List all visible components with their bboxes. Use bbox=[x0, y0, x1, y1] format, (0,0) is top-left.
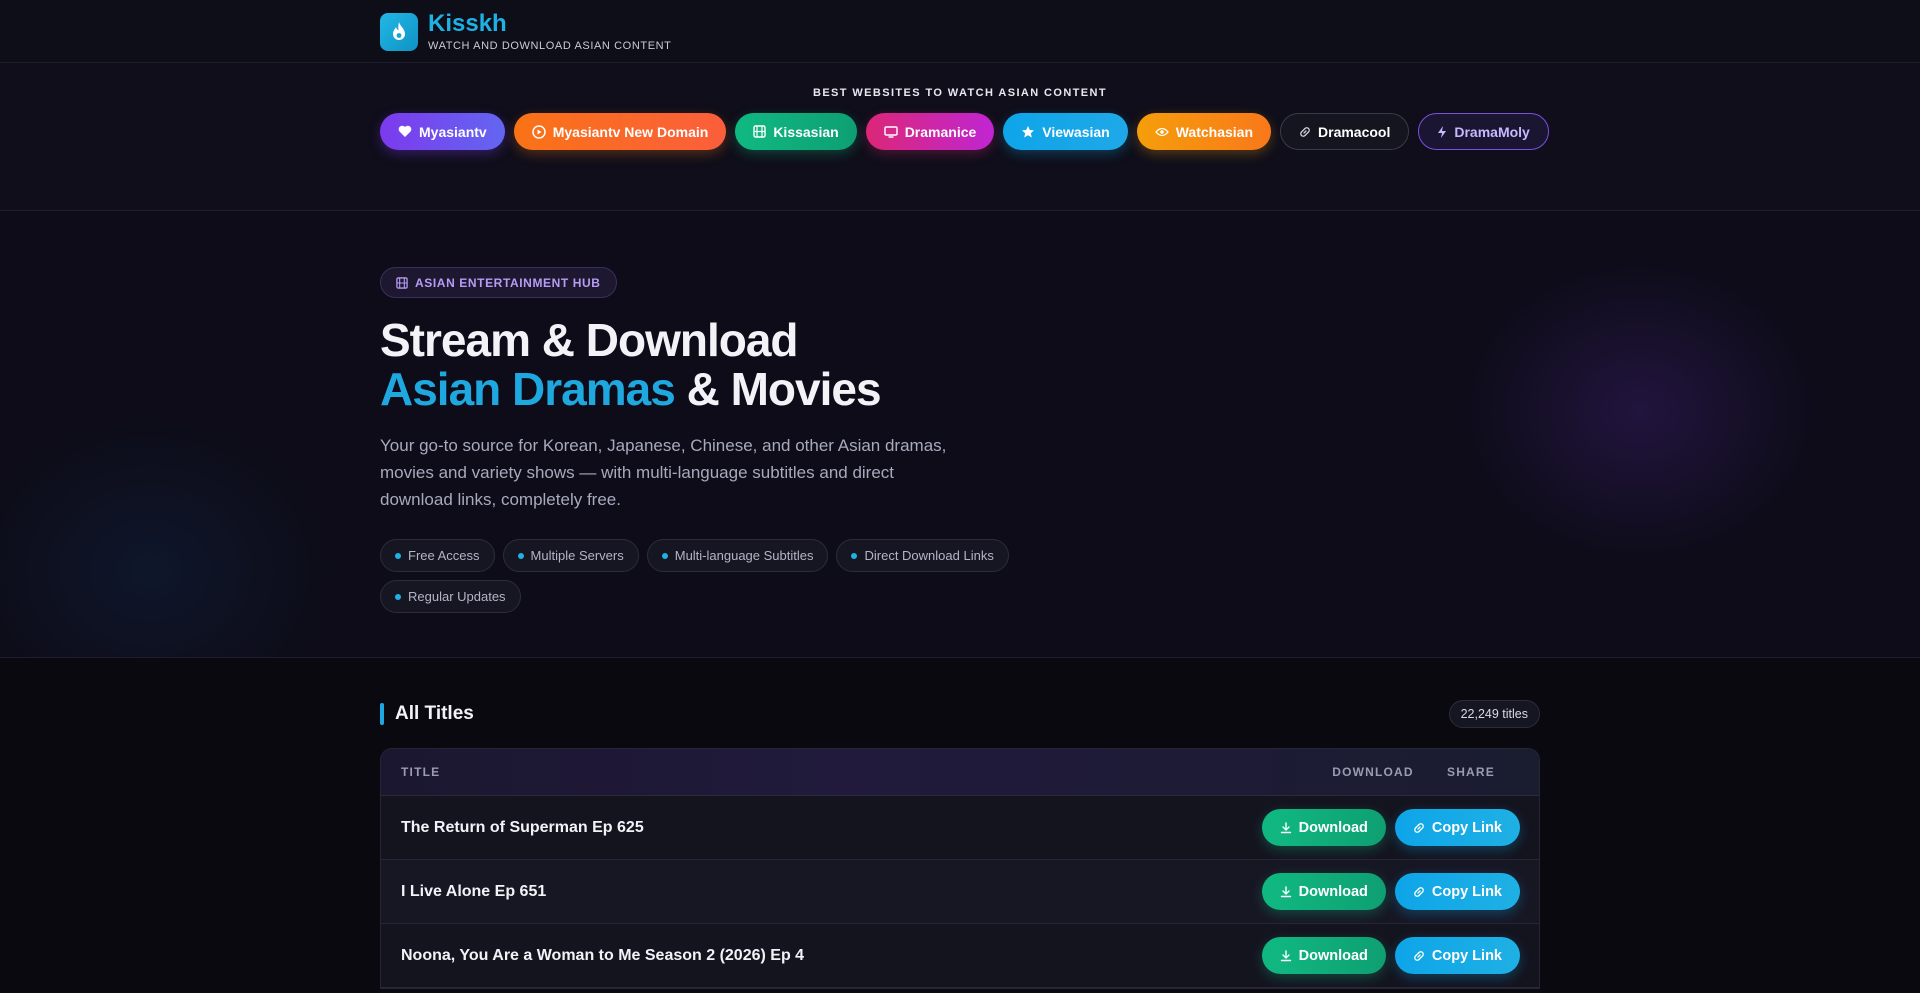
monitor-icon bbox=[883, 125, 898, 138]
site-link-dramanice[interactable]: Dramanice bbox=[865, 113, 995, 150]
titles-count-badge: 22,249 titles bbox=[1448, 700, 1540, 728]
star-icon bbox=[1021, 125, 1035, 139]
bullet-dot-icon bbox=[395, 593, 401, 600]
download-icon bbox=[1280, 949, 1292, 962]
download-button[interactable]: Download bbox=[1261, 873, 1386, 910]
table-row: I Live Alone Ep 651 Download Copy Link bbox=[381, 860, 1539, 924]
download-button-label: Download bbox=[1298, 947, 1368, 964]
bullet-dot-icon bbox=[851, 552, 858, 559]
feature-tags: Free Access Multiple Servers Multi-langu… bbox=[380, 539, 1040, 613]
film-icon bbox=[396, 276, 408, 289]
site-link-label: Dramacool bbox=[1318, 123, 1391, 140]
site-link-label: Myasiantv bbox=[419, 123, 487, 140]
feature-tag: Multiple Servers bbox=[502, 539, 639, 572]
copy-link-button[interactable]: Copy Link bbox=[1394, 873, 1520, 910]
sites-title: BEST WEBSITES TO WATCH ASIAN CONTENT bbox=[812, 87, 1108, 99]
feature-tag: Regular Updates bbox=[380, 580, 521, 613]
feature-tag-label: Multi-language Subtitles bbox=[674, 548, 814, 563]
copy-link-button[interactable]: Copy Link bbox=[1394, 809, 1520, 846]
titles-header: All Titles 22,249 titles bbox=[380, 700, 1540, 728]
site-header: Kisskh WATCH AND DOWNLOAD ASIAN CONTENT bbox=[0, 0, 1920, 63]
site-link-myasiantv-new-domain[interactable]: Myasiantv New Domain bbox=[513, 113, 727, 150]
hero-badge-label: ASIAN ENTERTAINMENT HUB bbox=[415, 275, 601, 290]
hero-section: ASIAN ENTERTAINMENT HUB Stream & Downloa… bbox=[0, 211, 1920, 658]
heart-icon bbox=[398, 125, 412, 138]
section-title-label: All Titles bbox=[395, 703, 474, 724]
brand-tagline: WATCH AND DOWNLOAD ASIAN CONTENT bbox=[428, 39, 672, 52]
site-link-label: Watchasian bbox=[1175, 123, 1254, 140]
hero-description: Your go-to source for Korean, Japanese, … bbox=[380, 436, 947, 509]
bullet-dot-icon bbox=[395, 552, 401, 559]
column-header-share: SHARE bbox=[1446, 765, 1495, 779]
download-button-label: Download bbox=[1298, 819, 1368, 836]
site-link-label: Myasiantv New Domain bbox=[552, 123, 709, 140]
feature-tag: Multi-language Subtitles bbox=[646, 539, 829, 572]
site-link-watchasian[interactable]: Watchasian bbox=[1136, 113, 1272, 150]
feature-tag-label: Free Access bbox=[408, 548, 480, 563]
link-icon bbox=[1413, 886, 1425, 898]
site-link-label: Dramanice bbox=[904, 123, 977, 140]
accent-bar bbox=[380, 703, 384, 725]
site-link-dramamoly[interactable]: DramaMoly bbox=[1418, 113, 1549, 150]
flame-icon[interactable] bbox=[380, 12, 418, 51]
hero-heading-rest: & Movies bbox=[674, 363, 882, 415]
feature-tag: Direct Download Links bbox=[836, 539, 1009, 572]
hero-heading: Stream & Download Asian Dramas & Movies bbox=[380, 316, 1540, 414]
bullet-dot-icon bbox=[517, 552, 524, 559]
bullet-dot-icon bbox=[661, 552, 668, 559]
feature-tag-label: Multiple Servers bbox=[530, 548, 624, 563]
copy-link-button-label: Copy Link bbox=[1431, 819, 1502, 836]
link-icon bbox=[1413, 950, 1425, 962]
hero-heading-accent: Asian Dramas bbox=[380, 363, 676, 415]
table-row: The Return of Superman Ep 625 Download C… bbox=[381, 796, 1539, 860]
bolt-icon bbox=[1437, 125, 1447, 139]
feature-tag: Free Access bbox=[380, 539, 495, 572]
play-circle-icon bbox=[531, 124, 546, 139]
site-link-dramacool[interactable]: Dramacool bbox=[1280, 113, 1410, 150]
site-link-label: Viewasian bbox=[1042, 123, 1110, 140]
copy-link-button-label: Copy Link bbox=[1431, 883, 1502, 900]
download-button-label: Download bbox=[1298, 883, 1368, 900]
brand-name[interactable]: Kisskh bbox=[428, 11, 672, 36]
copy-link-button-label: Copy Link bbox=[1431, 947, 1502, 964]
sites-bar: BEST WEBSITES TO WATCH ASIAN CONTENT Mya… bbox=[0, 63, 1920, 211]
link-icon bbox=[1299, 126, 1311, 138]
download-icon bbox=[1280, 885, 1292, 898]
download-icon bbox=[1280, 821, 1292, 834]
column-header-title: TITLE bbox=[401, 765, 441, 779]
download-button[interactable]: Download bbox=[1261, 937, 1386, 974]
link-icon bbox=[1413, 822, 1425, 834]
eye-icon bbox=[1154, 127, 1169, 137]
site-link-kissasian[interactable]: Kissasian bbox=[735, 113, 857, 150]
column-header-download: DOWNLOAD bbox=[1332, 765, 1414, 779]
table-header: TITLE DOWNLOAD SHARE bbox=[381, 749, 1539, 796]
title-cell[interactable]: Noona, You Are a Woman to Me Season 2 (2… bbox=[401, 947, 1262, 965]
table-body: The Return of Superman Ep 625 Download C… bbox=[381, 796, 1539, 988]
hero-badge: ASIAN ENTERTAINMENT HUB bbox=[380, 267, 617, 298]
feature-tag-label: Direct Download Links bbox=[864, 548, 994, 563]
site-link-viewasian[interactable]: Viewasian bbox=[1003, 113, 1128, 150]
site-link-myasiantv[interactable]: Myasiantv bbox=[380, 113, 505, 150]
title-cell[interactable]: I Live Alone Ep 651 bbox=[401, 883, 1262, 901]
table-row: Noona, You Are a Woman to Me Season 2 (2… bbox=[381, 924, 1539, 988]
title-cell[interactable]: The Return of Superman Ep 625 bbox=[401, 819, 1262, 837]
titles-section: All Titles 22,249 titles TITLE DOWNLOAD … bbox=[0, 658, 1920, 992]
download-button[interactable]: Download bbox=[1261, 809, 1386, 846]
section-title: All Titles bbox=[380, 703, 474, 725]
feature-tag-label: Regular Updates bbox=[408, 589, 506, 604]
brand[interactable]: Kisskh WATCH AND DOWNLOAD ASIAN CONTENT bbox=[428, 11, 672, 52]
titles-table: TITLE DOWNLOAD SHARE The Return of Super… bbox=[380, 748, 1540, 989]
hero-heading-line1: Stream & Download bbox=[380, 314, 799, 366]
site-pills: Myasiantv Myasiantv New Domain Kissasian… bbox=[380, 113, 1549, 150]
film-icon bbox=[753, 125, 767, 138]
site-link-label: Kissasian bbox=[773, 123, 839, 140]
copy-link-button[interactable]: Copy Link bbox=[1394, 937, 1520, 974]
site-link-label: DramaMoly bbox=[1454, 123, 1530, 140]
